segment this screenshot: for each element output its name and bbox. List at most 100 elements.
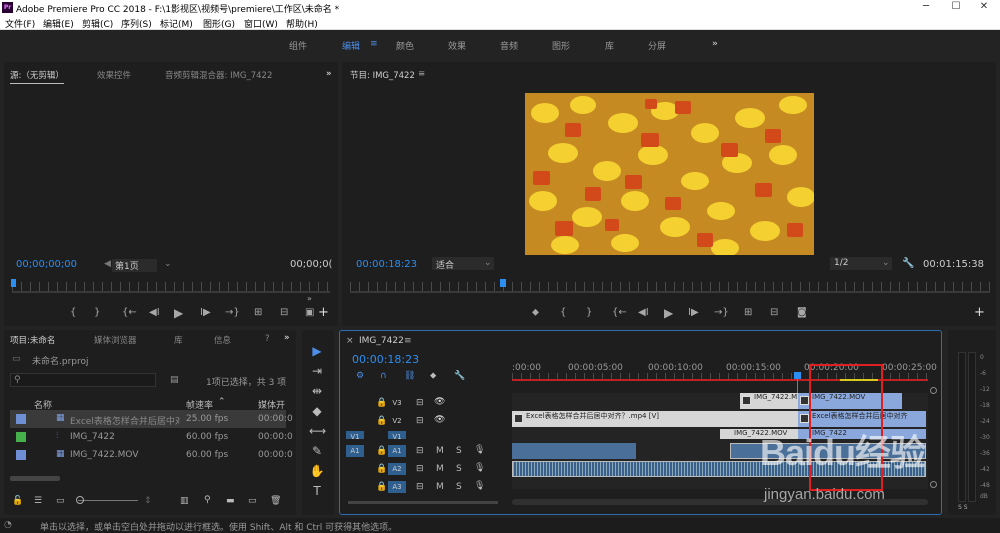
track-label-a1[interactable]: A1: [388, 445, 406, 457]
source-patch-a1[interactable]: A1: [346, 445, 364, 457]
play-icon[interactable]: ▶: [664, 306, 673, 320]
microphone-icon[interactable]: 🎙: [474, 463, 485, 473]
workspace-split[interactable]: 分屏: [648, 39, 666, 52]
selection-tool-icon[interactable]: ▶: [309, 344, 325, 358]
sync-lock-icon[interactable]: ⊟: [416, 398, 424, 408]
panel-menu-icon[interactable]: ≡: [418, 69, 425, 79]
workspace-menu-icon[interactable]: ≡: [370, 39, 378, 49]
more-workspaces-icon[interactable]: »: [712, 39, 718, 49]
track-label-v3[interactable]: V3: [388, 397, 406, 409]
lock-icon[interactable]: 🔒: [376, 464, 387, 474]
razor-tool-icon[interactable]: ◆: [309, 404, 325, 418]
panel-menu-icon[interactable]: ≡: [404, 336, 412, 346]
timeline-timecode[interactable]: 00:00:18:23: [352, 353, 419, 366]
label-color-swatch[interactable]: [16, 414, 26, 424]
pen-tool-icon[interactable]: ✎: [309, 444, 325, 458]
source-timecode[interactable]: 00;00;00;00: [16, 259, 77, 270]
nest-icon[interactable]: ⚙: [356, 371, 364, 381]
tab-overflow[interactable]: ?: [265, 334, 270, 344]
track-label-v1[interactable]: V1: [388, 431, 406, 439]
timeline-zoom-scrollbar[interactable]: [512, 499, 928, 505]
new-search-bin-icon[interactable]: ▤: [170, 375, 179, 385]
type-tool-icon[interactable]: T: [309, 484, 325, 498]
solo-button[interactable]: S: [456, 464, 462, 474]
clip-v2-a[interactable]: Excel表格怎样合并后居中对齐？.mp4 [V]: [512, 411, 798, 427]
scroll-handle[interactable]: [930, 481, 937, 488]
panel-overflow-icon[interactable]: »: [284, 333, 290, 343]
linked-selection-icon[interactable]: ⛓: [404, 371, 415, 381]
wrench-icon[interactable]: 🔧: [454, 371, 465, 381]
hand-tool-icon[interactable]: ✋: [309, 464, 325, 478]
zoom-slider[interactable]: [78, 500, 138, 501]
go-to-in-icon[interactable]: {←: [612, 307, 627, 318]
tab-effect-controls[interactable]: 效果控件: [97, 69, 131, 81]
track-label-v2[interactable]: V2: [388, 415, 406, 427]
new-bin-icon[interactable]: ▬: [226, 496, 235, 506]
wrench-icon[interactable]: 🔧: [902, 258, 914, 269]
workspace-libraries[interactable]: 库: [605, 39, 614, 52]
trash-icon[interactable]: 🗑: [270, 496, 281, 506]
program-playhead[interactable]: [500, 279, 506, 287]
project-search-input[interactable]: ⚲: [10, 373, 156, 387]
sync-lock-icon[interactable]: ⊟: [416, 446, 424, 456]
step-forward-icon[interactable]: I▶: [688, 307, 699, 318]
new-item-icon[interactable]: ▭: [248, 496, 257, 506]
source-patch-v1[interactable]: V1: [346, 431, 364, 439]
tab-program[interactable]: 节目: IMG_7422: [350, 69, 415, 81]
minimize-icon[interactable]: ─: [912, 0, 940, 14]
header-scrollbar[interactable]: [348, 501, 498, 504]
audio-clip-a1-a[interactable]: [512, 443, 636, 459]
list-item[interactable]: ▦ IMG_7422.MOV 60.00 fps 00:00:0: [10, 446, 293, 464]
panel-overflow-icon[interactable]: »: [307, 294, 312, 303]
step-forward-icon[interactable]: I▶: [200, 307, 211, 318]
ripple-edit-tool-icon[interactable]: ⇹: [309, 384, 325, 398]
mark-in-icon[interactable]: {: [560, 307, 566, 318]
add-button-icon[interactable]: +: [318, 305, 329, 320]
overwrite-icon[interactable]: ⊟: [280, 307, 288, 318]
solo-buttons[interactable]: S S: [958, 504, 968, 511]
horizontal-scrollbar[interactable]: [10, 476, 60, 481]
tab-sequence[interactable]: IMG_7422: [359, 336, 404, 346]
lock-icon[interactable]: 🔒: [376, 446, 387, 456]
program-zoom-bar[interactable]: [350, 291, 990, 293]
label-color-swatch[interactable]: [16, 450, 26, 460]
clip-v3-a[interactable]: IMG_7422.M: [740, 393, 798, 409]
lift-icon[interactable]: ⊞: [744, 307, 752, 318]
find-icon[interactable]: ⚲: [204, 495, 211, 505]
sync-lock-icon[interactable]: ⊟: [416, 416, 424, 426]
close-tab-icon[interactable]: ×: [346, 336, 354, 346]
insert-icon[interactable]: ⊞: [254, 307, 262, 318]
mark-out-icon[interactable]: }: [94, 307, 100, 318]
tab-info[interactable]: 信息: [214, 334, 231, 346]
eye-icon[interactable]: 👁: [434, 415, 445, 425]
sort-icon[interactable]: ⇕: [144, 496, 152, 506]
go-to-out-icon[interactable]: →}: [225, 307, 240, 318]
workspace-assembly[interactable]: 组件: [289, 39, 307, 52]
workspace-color[interactable]: 颜色: [396, 39, 414, 52]
list-item[interactable]: ▦ Excel表格怎样合并后居中对齐？ 25.00 fps 00:00:0: [10, 410, 293, 428]
solo-button[interactable]: S: [456, 446, 462, 456]
menu-graphics[interactable]: 图形(G): [203, 17, 235, 30]
camera-icon[interactable]: ◙: [797, 307, 807, 318]
zoom-slider-handle[interactable]: [76, 496, 84, 504]
menu-marker[interactable]: 标记(M): [160, 17, 193, 30]
mute-button[interactable]: M: [436, 464, 444, 474]
slip-tool-icon[interactable]: ⟷: [309, 424, 326, 438]
microphone-icon[interactable]: 🎙: [474, 445, 485, 455]
step-back-icon[interactable]: ◀I: [638, 307, 649, 318]
eye-icon[interactable]: 👁: [434, 397, 445, 407]
lock-icon[interactable]: 🔒: [376, 482, 387, 492]
lock-icon[interactable]: 🔓: [12, 496, 23, 506]
timeline-playhead[interactable]: [794, 372, 801, 379]
scroll-handle[interactable]: [930, 387, 937, 394]
page-prev-icon[interactable]: ◀: [104, 259, 111, 269]
mark-in-icon[interactable]: {: [70, 307, 76, 318]
mute-button[interactable]: M: [436, 482, 444, 492]
sync-lock-icon[interactable]: ⊟: [416, 464, 424, 474]
list-view-icon[interactable]: ☰: [34, 496, 42, 506]
menu-window[interactable]: 窗口(W): [244, 17, 278, 30]
workspace-effects[interactable]: 效果: [448, 39, 466, 52]
lock-icon[interactable]: 🔒: [376, 416, 387, 426]
source-playhead[interactable]: [11, 279, 16, 287]
close-icon[interactable]: ✕: [970, 0, 998, 14]
